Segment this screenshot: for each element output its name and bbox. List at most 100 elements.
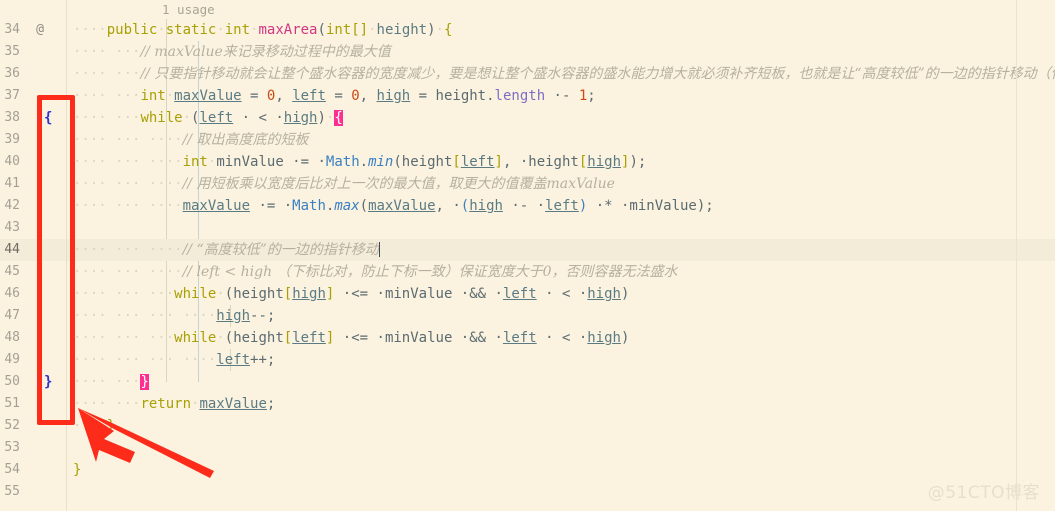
gutter-row-47[interactable]: 47 (0, 305, 67, 327)
var-high: high (283, 110, 318, 126)
code-line-47[interactable]: ···· ··· ··· ····high--; (67, 305, 1055, 327)
space-dot: · (182, 110, 192, 126)
increment-op: ++; (250, 352, 276, 368)
paren-open: ( (317, 22, 326, 38)
indent-dots: ···· ··· ···· (73, 198, 183, 214)
gutter-row-39[interactable]: 39 (0, 129, 67, 151)
gutter-row-48[interactable]: 48 (0, 327, 67, 349)
right-margin-line (1016, 0, 1017, 511)
gutter-row-45[interactable]: 45 (0, 261, 67, 283)
paren-close: ); (629, 154, 647, 170)
bracket-open: [ (452, 154, 461, 170)
gutter-row-40[interactable]: 40 (0, 151, 67, 173)
comment-text: // maxValue来记录移动过程中的最大值 (140, 44, 391, 60)
brace-close: } (106, 418, 116, 434)
code-fold-close-brace[interactable]: } (44, 371, 52, 393)
code-line-54[interactable]: } (67, 459, 1055, 481)
bracket-open: [ (283, 330, 293, 346)
line-number: 46 (4, 286, 20, 301)
line-number: 35 (4, 44, 20, 59)
code-line-44[interactable]: ···· ··· ····// “高度较低”的一边的指针移动 (67, 239, 1055, 261)
gutter-row-49[interactable]: 49 (0, 349, 67, 371)
var-high: high (587, 286, 621, 302)
code-line-42[interactable]: ···· ··· ····maxValue ·= ·Math.max(maxVa… (67, 195, 1055, 217)
line-number: 43 (4, 220, 20, 235)
lt-op: · < · (233, 110, 284, 126)
code-line-49[interactable]: ···· ··· ··· ····left++; (67, 349, 1055, 371)
space-dot: · (216, 330, 225, 346)
gutter-row-46[interactable]: 46 (0, 283, 67, 305)
var-maxValue: maxValue (174, 88, 242, 104)
code-line-38[interactable]: ···· ···while·(left · < ·high)·{ (67, 107, 1055, 129)
code-line-43[interactable] (67, 217, 1055, 239)
class-Math: Math (292, 198, 326, 214)
code-line-52[interactable]: ····} (67, 415, 1055, 437)
gutter-row-55[interactable]: 55 (0, 481, 67, 503)
text-caret (378, 242, 381, 257)
gutter-row-54[interactable]: 54 (0, 459, 67, 481)
code-line-55[interactable] (67, 481, 1055, 503)
keyword-while: while (174, 286, 217, 302)
semicolon: ; (587, 88, 596, 104)
code-fold-open-brace[interactable]: { (44, 107, 52, 129)
code-line-37[interactable]: ···· ···int·maxValue = 0, left = 0, high… (67, 85, 1055, 107)
lte-op: ·<= · (334, 330, 385, 346)
var-high: high (587, 154, 621, 170)
gutter-row-34[interactable]: 34 @ (0, 19, 67, 41)
gutter-row-36[interactable]: 36 (0, 63, 67, 85)
gutter-row-35[interactable]: 35 (0, 41, 67, 63)
line-number: 54 (4, 462, 20, 477)
keyword-int: int (224, 22, 251, 38)
gutter-row-42[interactable]: 42 (0, 195, 67, 217)
indent-dots: ···· ··· ··· (73, 330, 175, 346)
var-minValue: minValue (629, 198, 697, 214)
comma: , · (502, 154, 529, 170)
var-maxValue: maxValue (182, 198, 251, 214)
var-maxValue: maxValue (199, 396, 267, 412)
code-line-45[interactable]: ···· ··· ····// left < high （下标比对，防止下标一致… (67, 261, 1055, 283)
indent-dots: ···· (73, 418, 107, 434)
code-line-34[interactable]: ····public·static·int·maxArea(int[]·heig… (67, 19, 1055, 41)
code-content[interactable]: 1 usage ····public·static·int·maxArea(in… (67, 0, 1055, 511)
gutter-row-44[interactable]: 44 (0, 239, 67, 261)
line-number: 47 (4, 308, 20, 323)
mult-op: ·* · (587, 198, 630, 214)
gutter-row-43[interactable]: 43 (0, 217, 67, 239)
override-method-icon[interactable]: @ (33, 19, 47, 41)
code-line-41[interactable]: ···· ··· ····// 用短板乘以宽度后比对上一次的最大值，取更大的值覆… (67, 173, 1055, 195)
usage-hint[interactable]: 1 usage (67, 0, 1055, 19)
code-line-36[interactable]: ···· ···// 只要指针移动就会让整个盛水容器的宽度减少，要是想让整个盛水… (67, 63, 1055, 85)
gutter-row-50[interactable]: 50 } (0, 371, 67, 393)
var-left: left (460, 154, 495, 170)
assign-op: ·= · (250, 198, 293, 214)
gutter-row-53[interactable]: 53 (0, 437, 67, 459)
gutter-row-52[interactable]: 52 (0, 415, 67, 437)
code-line-40[interactable]: ···· ··· ····int·minValue ·= ·Math.min(h… (67, 151, 1055, 173)
watermark: @51CTO博客 (927, 483, 1040, 503)
code-line-46[interactable]: ···· ··· ···while·(height[high] ·<= ·min… (67, 283, 1055, 305)
gutter-row-41[interactable]: 41 (0, 173, 67, 195)
gutter-row-37[interactable]: 37 (0, 85, 67, 107)
lt-op: · < · (536, 330, 588, 346)
code-line-35[interactable]: ···· ···// maxValue来记录移动过程中的最大值 (67, 41, 1055, 63)
ref-height: height (401, 154, 453, 170)
comment-text: // “高度较低”的一边的指针移动 (182, 242, 379, 258)
code-line-53[interactable] (67, 437, 1055, 459)
comment-text: // 用短板乘以宽度后比对上一次的最大值，取更大的值覆盖maxValue (182, 176, 615, 192)
code-line-39[interactable]: ···· ··· ····// 取出高度底的短板 (67, 129, 1055, 151)
code-line-51[interactable]: ···· ···return·maxValue; (67, 393, 1055, 415)
var-minValue: minValue (216, 154, 284, 170)
line-number: 45 (4, 264, 20, 279)
gutter-row-51[interactable]: 51 (0, 393, 67, 415)
indent-dots: ···· ··· (73, 44, 141, 60)
line-number: 55 (4, 484, 20, 499)
line-number: 34 (4, 22, 20, 37)
minus-op: ·- (545, 88, 579, 104)
space-dot: · (165, 88, 175, 104)
editor-gutter[interactable]: 34 @ 35 36 37 38 { 39 40 41 42 43 44 45 … (0, 0, 67, 511)
code-line-50[interactable]: ···· ···} (67, 371, 1055, 393)
call-min: min (368, 154, 394, 170)
code-line-48[interactable]: ···· ··· ···while·(height[left] ·<= ·min… (67, 327, 1055, 349)
gutter-row-38[interactable]: 38 { (0, 107, 67, 129)
code-editor[interactable]: 34 @ 35 36 37 38 { 39 40 41 42 43 44 45 … (0, 0, 1055, 511)
